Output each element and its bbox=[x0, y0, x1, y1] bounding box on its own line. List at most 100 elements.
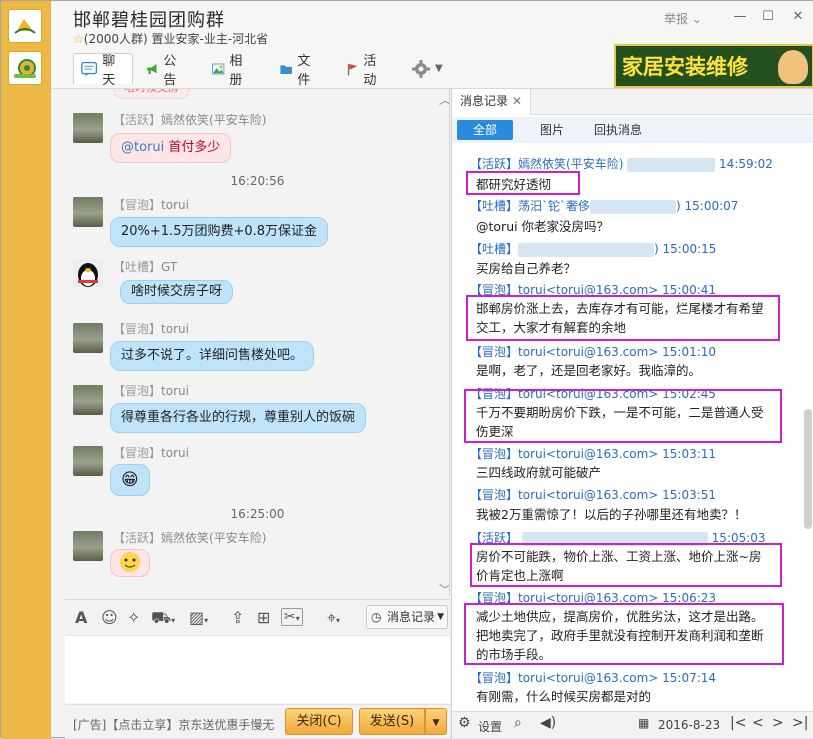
record-date[interactable]: 2016-8-23 bbox=[658, 718, 720, 732]
highlight-box bbox=[466, 171, 580, 195]
prev-page-icon[interactable]: < bbox=[752, 715, 764, 731]
close-button[interactable]: 关闭(C) bbox=[285, 708, 353, 735]
collapse-up-icon[interactable]: ︿ bbox=[439, 91, 449, 108]
sender-name: 【冒泡】torui bbox=[113, 198, 189, 212]
group-avatar-snail[interactable] bbox=[8, 51, 42, 85]
speaker-icon[interactable]: ◀) bbox=[540, 715, 556, 731]
search-icon[interactable]: ⌕ bbox=[514, 715, 522, 731]
report-button[interactable]: 举报 ⌄ bbox=[664, 10, 702, 27]
settings-label[interactable]: 设置 bbox=[478, 718, 502, 735]
message-record-button[interactable]: ◷ 消息记录 ▼ bbox=[366, 605, 448, 629]
send-bar: [广告]【点击立享】京东送优惠手慢无 关闭(C) 发送(S) ▼ bbox=[65, 704, 450, 738]
clock-icon: ◷ bbox=[371, 610, 382, 624]
gift-icon[interactable]: ⊞ bbox=[257, 608, 270, 627]
record-filters: 全部 图片 回执消息 bbox=[452, 117, 813, 143]
chevron-down-icon: ▼ bbox=[432, 718, 440, 728]
footer-ad-link[interactable]: [广告]【点击立享】京东送优惠手慢无 bbox=[73, 716, 279, 733]
font-icon[interactable]: A bbox=[75, 608, 87, 627]
qq-group-window: 邯郸碧桂园团购群 ☆(2000人群) 置业安家-业主-河北省 举报 ⌄ — ☐ … bbox=[0, 0, 813, 739]
chat-message-area[interactable]: 啥时候交房 ︿ 【活跃】嫣然依笑(平安车险) @torui 首付多少 16:20… bbox=[65, 89, 450, 596]
last-page-icon[interactable]: >| bbox=[792, 715, 808, 731]
first-page-icon[interactable]: |< bbox=[730, 715, 746, 731]
tab-notice-label: 公告 bbox=[163, 53, 177, 88]
record-text: @torui 你老家没房吗？ bbox=[476, 219, 610, 234]
message-record-panel: 消息记录 ✕ 全部 图片 回执消息 【活跃】嫣然依笑(平安车险) 14:59:0… bbox=[451, 89, 813, 738]
filter-all[interactable]: 全部 bbox=[457, 120, 514, 140]
chevron-down-icon: ▼ bbox=[437, 612, 444, 622]
sender-name: 【冒泡】torui bbox=[113, 322, 189, 336]
record-text: 我被2万重需惊了！以后的子孙哪里还有地卖？！ bbox=[476, 507, 747, 522]
chat-header: 邯郸碧桂园团购群 ☆(2000人群) 置业安家-业主-河北省 举报 ⌄ — ☐ … bbox=[51, 1, 813, 89]
minimize-button[interactable]: — bbox=[731, 8, 749, 26]
filter-receipts[interactable]: 回执消息 bbox=[594, 120, 642, 140]
image-icon[interactable]: ▨▾ bbox=[189, 608, 208, 627]
group-subtitle-text: (2000人群) 置业安家-业主-河北省 bbox=[83, 32, 269, 46]
upload-icon[interactable]: ⇪ bbox=[231, 608, 244, 627]
avatar[interactable] bbox=[73, 259, 103, 289]
star-icon: ☆ bbox=[73, 32, 84, 46]
penguin-avatar-icon bbox=[78, 263, 98, 287]
message-record-label: 消息记录 bbox=[387, 610, 436, 624]
avatar[interactable] bbox=[73, 113, 103, 143]
record-header: 【活跃】嫣然依笑(平安车险) 14:59:02 bbox=[470, 157, 773, 172]
avatar[interactable] bbox=[73, 323, 103, 353]
tab-album[interactable]: 相册 bbox=[205, 53, 254, 88]
screenshot-scissors-icon[interactable]: ✂▾ bbox=[281, 608, 303, 626]
message-input[interactable] bbox=[65, 635, 450, 703]
maximize-button[interactable]: ☐ bbox=[759, 8, 777, 26]
avatar[interactable] bbox=[73, 385, 103, 415]
tab-activity[interactable]: 活动 bbox=[339, 53, 388, 88]
tab-chat[interactable]: 聊天 bbox=[73, 53, 133, 88]
avatar[interactable] bbox=[73, 531, 103, 561]
send-button[interactable]: 发送(S) bbox=[359, 708, 425, 735]
record-header: 【冒泡】torui<torui@163.com> 15:07:14 bbox=[470, 671, 717, 685]
header-ad-banner[interactable]: 家居安装维修 bbox=[614, 44, 813, 88]
tab-chat-label: 聊天 bbox=[102, 54, 116, 88]
input-toolbar: A ☺ ✧ ⛟▾ ▨▾ ⇪ ⊞ ✂▾ ⌖▾ ◷ 消息记录 ▼ bbox=[65, 599, 450, 634]
message-bubble: @torui 首付多少 bbox=[110, 133, 232, 163]
magic-wand-icon[interactable]: ✧ bbox=[127, 608, 140, 627]
gear-icon bbox=[412, 59, 430, 78]
close-window-button[interactable]: ✕ bbox=[789, 8, 807, 26]
avatar[interactable] bbox=[73, 446, 103, 476]
shake-icon[interactable]: ⌖▾ bbox=[327, 608, 340, 628]
message-timestamp: 16:25:00 bbox=[230, 507, 285, 521]
tab-album-label: 相册 bbox=[229, 53, 243, 88]
tab-files[interactable]: 文件 bbox=[273, 53, 322, 88]
record-header: 【冒泡】torui<torui@163.com> 15:01:10 bbox=[470, 345, 717, 359]
record-scrollbar[interactable] bbox=[804, 409, 812, 529]
settings-menu-button[interactable]: ▼ bbox=[405, 53, 449, 84]
group-title: 邯郸碧桂园团购群 bbox=[73, 10, 225, 31]
record-tab-label: 消息记录 bbox=[460, 94, 509, 108]
gift-car-icon[interactable]: ⛟▾ bbox=[151, 608, 175, 629]
record-tab[interactable]: 消息记录 ✕ bbox=[452, 89, 531, 115]
sender-name: 【吐槽】GT bbox=[113, 260, 178, 274]
highlight-box bbox=[470, 543, 782, 587]
close-icon[interactable]: ✕ bbox=[512, 94, 522, 108]
record-header: 【冒泡】torui<torui@163.com> 15:03:51 bbox=[470, 488, 717, 502]
avatar[interactable] bbox=[73, 197, 103, 227]
emoji-bubble: 😁 bbox=[110, 464, 150, 496]
filter-images[interactable]: 图片 bbox=[540, 120, 564, 140]
calendar-icon[interactable]: ▦ bbox=[638, 716, 649, 730]
smiley-sticker-icon bbox=[120, 552, 140, 572]
emoji-icon[interactable]: ☺ bbox=[101, 608, 118, 627]
sender-name: 【活跃】嫣然依笑(平安车险) bbox=[113, 113, 267, 127]
record-header: 【冒泡】torui<torui@163.com> 15:03:11 bbox=[470, 447, 717, 461]
megaphone-icon bbox=[147, 63, 157, 74]
send-options-button[interactable]: ▼ bbox=[425, 708, 447, 735]
tab-notice[interactable]: 公告 bbox=[139, 53, 188, 88]
sender-name: 【冒泡】torui bbox=[113, 384, 189, 398]
next-page-icon[interactable]: > bbox=[772, 715, 784, 731]
record-header: 【吐槽】荡汨`铊`奢侈) 15:00:07 bbox=[470, 199, 739, 214]
tab-activity-label: 活动 bbox=[363, 53, 377, 88]
biguiyuan-logo-icon bbox=[13, 15, 37, 37]
message-bubble: 过多不说了。详细问售楼处吧。 bbox=[110, 341, 315, 371]
folder-icon bbox=[280, 64, 292, 74]
gear-icon[interactable]: ⚙ bbox=[458, 715, 471, 731]
highlight-box bbox=[464, 389, 782, 443]
snail-icon bbox=[14, 59, 36, 78]
group-avatar-biguiyuan[interactable] bbox=[8, 9, 42, 43]
collapse-down-icon[interactable]: ﹀ bbox=[439, 581, 449, 596]
record-log[interactable]: 【活跃】嫣然依笑(平安车险) 14:59:02 都研究好透彻 【吐槽】荡汨`铊`… bbox=[452, 145, 802, 711]
